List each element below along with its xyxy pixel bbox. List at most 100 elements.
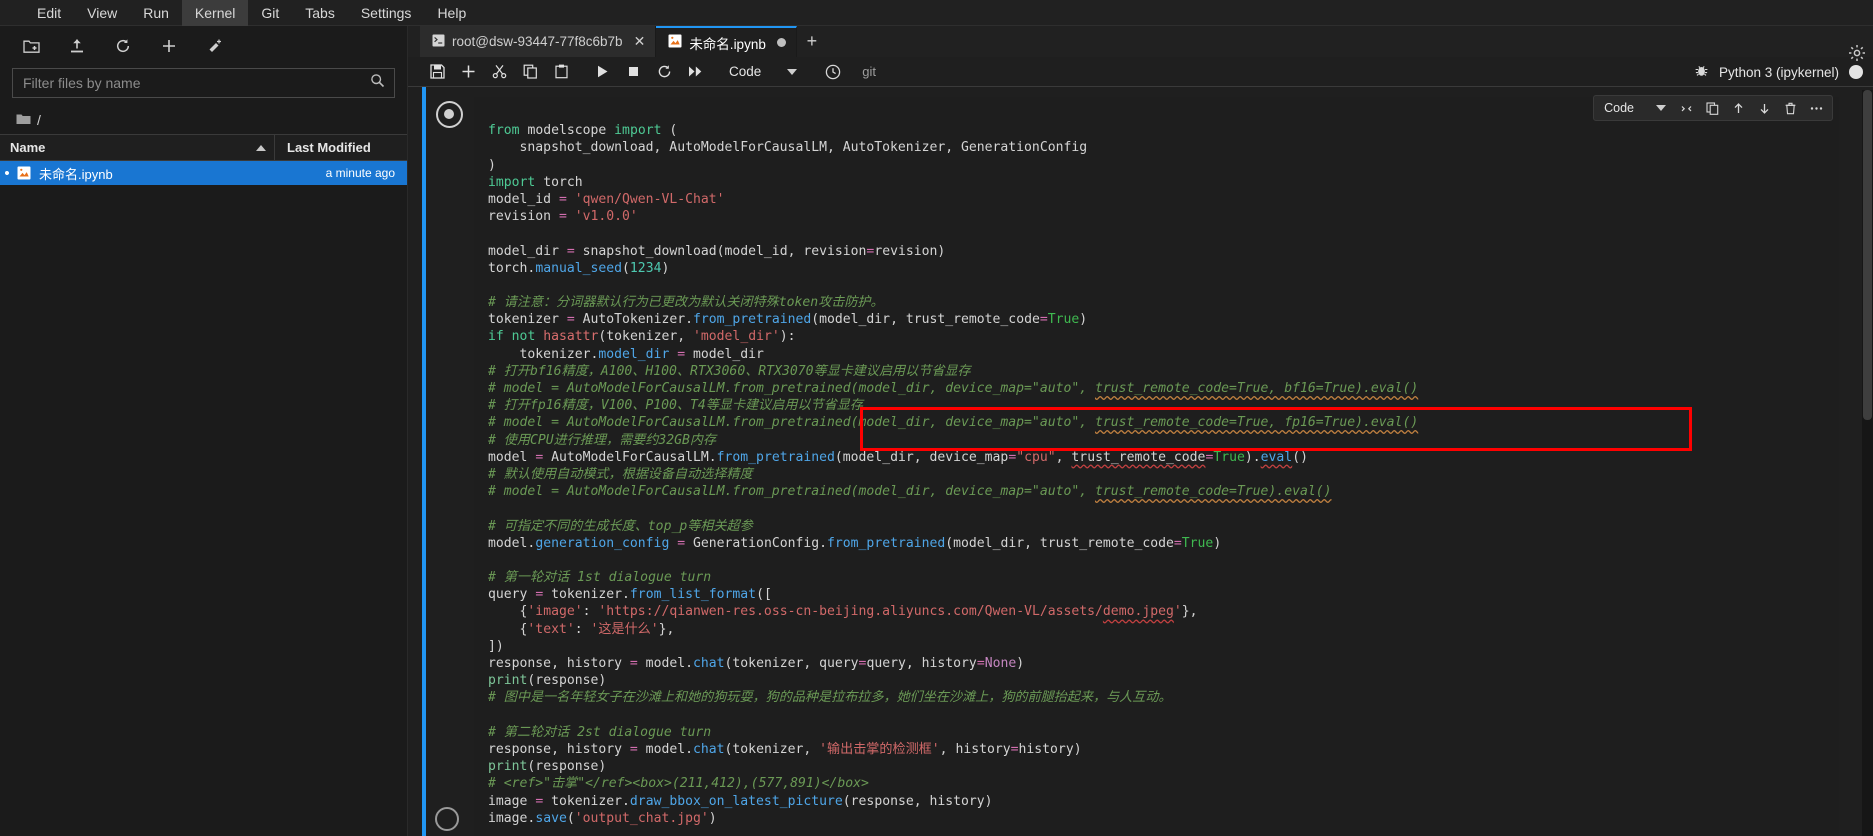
file-browser-toolbar — [0, 26, 407, 66]
cell-type-value: Code — [729, 64, 762, 79]
code-line: # 打开fp16精度，V100、P100、T4等显卡建议启用以节省显存 — [488, 398, 863, 414]
clock-icon[interactable] — [817, 59, 848, 85]
tab-label: 未命名.ipynb — [689, 36, 766, 52]
cell-type-select[interactable]: Code — [723, 62, 803, 81]
git-clone-icon[interactable] — [198, 31, 232, 61]
move-cell-down-icon[interactable] — [1752, 97, 1776, 119]
kernel-idle-circle[interactable] — [1849, 65, 1863, 79]
extension-settings-icon[interactable] — [1848, 44, 1866, 67]
code-line: # 打开bf16精度，A100、H100、RTX3060、RTX3070等显卡建… — [488, 363, 971, 379]
file-list: • 未命名.ipynb a minute ago — [0, 161, 407, 836]
code-line: image.save('output_chat.jpg') — [488, 810, 717, 826]
breadcrumb-path[interactable]: / — [37, 112, 41, 128]
column-header-name[interactable]: Name — [0, 135, 275, 160]
code-line: tokenizer = AutoTokenizer.from_pretraine… — [488, 312, 1088, 328]
unsaved-indicator-icon[interactable] — [776, 38, 786, 47]
code-line: from modelscope import ( — [488, 123, 678, 139]
restart-kernel-button[interactable] — [649, 59, 680, 85]
notebook-cell[interactable]: from modelscope import ( snapshot_downlo… — [408, 87, 1873, 836]
folder-icon — [16, 113, 31, 128]
jupyterlab-window: Edit View Run Kernel Git Tabs Settings H… — [0, 0, 1873, 836]
git-label[interactable]: git — [862, 64, 876, 79]
tab-label: root@dsw-93447-77f8c6b7b — [452, 34, 623, 49]
menu-item-settings[interactable]: Settings — [348, 0, 425, 26]
run-cell-button[interactable] — [587, 59, 618, 85]
upload-icon[interactable] — [60, 31, 94, 61]
close-icon[interactable]: ✕ — [634, 33, 646, 50]
code-line: print(response) — [488, 759, 607, 775]
collapse-cell-icon[interactable] — [1674, 97, 1698, 119]
menu-item-edit[interactable]: Edit — [24, 0, 74, 26]
notebook-scroll-area[interactable]: Code from modelscope import (snapshot_d… — [408, 87, 1873, 836]
search-input[interactable] — [12, 68, 395, 98]
file-name: 未命名.ipynb — [39, 166, 113, 182]
kernel-status: Python 3 (ipykernel) — [1694, 57, 1863, 87]
kernel-name[interactable]: Python 3 (ipykernel) — [1719, 65, 1839, 80]
next-cell-indicator — [434, 806, 462, 834]
menu-item-run[interactable]: Run — [130, 0, 182, 26]
main-area: root@dsw-93447-77f8c6b7b ✕ 未命名.ipynb + C… — [408, 26, 1873, 836]
move-cell-up-icon[interactable] — [1726, 97, 1750, 119]
cell-type-dropdown[interactable]: Code — [1598, 99, 1672, 117]
tab-notebook[interactable]: 未命名.ipynb — [656, 26, 797, 57]
code-line: # <ref>"击掌"</ref><box>(211,412),(577,891… — [488, 776, 869, 792]
duplicate-cell-icon[interactable] — [1700, 97, 1724, 119]
code-line: # model = AutoModelForCausalLM.from_pret… — [488, 484, 1332, 500]
menu-item-git[interactable]: Git — [248, 0, 292, 26]
column-header-name-label: Name — [10, 140, 46, 155]
code-line: # 默认使用自动模式，根据设备自动选择精度 — [488, 466, 753, 482]
cut-cells-button[interactable] — [484, 59, 515, 85]
window-scrollbar[interactable] — [1862, 90, 1873, 836]
restart-run-all-button[interactable] — [680, 59, 711, 85]
interrupt-kernel-button[interactable] — [618, 59, 649, 85]
save-button[interactable] — [422, 59, 453, 85]
menu-item-help[interactable]: Help — [424, 0, 479, 26]
breadcrumb[interactable]: / — [0, 106, 407, 134]
workspace: / Name Last Modified • 未命名.ipynb — [0, 26, 1873, 836]
code-line: model_id = 'qwen/Qwen-VL-Chat' — [488, 191, 725, 207]
menu-item-tabs[interactable]: Tabs — [292, 0, 348, 26]
paste-cells-button[interactable] — [546, 59, 577, 85]
code-line: query = tokenizer.from_list_format([ — [488, 587, 772, 603]
list-item[interactable]: • 未命名.ipynb a minute ago — [0, 161, 407, 185]
cell-type-dropdown-value: Code — [1604, 101, 1634, 115]
delete-cell-icon[interactable] — [1778, 97, 1802, 119]
notebook-icon — [14, 166, 34, 180]
code-editor[interactable]: from modelscope import ( snapshot_downlo… — [474, 97, 1839, 836]
cell-active-bar — [422, 87, 426, 836]
code-line: # 图中是一名年轻女子在沙滩上和她的狗玩耍，狗的品种是拉布拉多，她们坐在沙滩上，… — [488, 690, 1172, 706]
insert-cell-button[interactable] — [453, 59, 484, 85]
code-line: model = AutoModelForCausalLM.from_pretra… — [488, 449, 1308, 465]
window-scrollbar-thumb[interactable] — [1863, 90, 1872, 420]
refresh-icon[interactable] — [106, 31, 140, 61]
new-folder-icon[interactable] — [14, 31, 48, 61]
menu-item-view[interactable]: View — [74, 0, 130, 26]
menu-item-kernel[interactable]: Kernel — [181, 0, 249, 26]
code-line: # 第一轮对话 1st dialogue turn — [488, 570, 712, 586]
copy-cells-button[interactable] — [515, 59, 546, 85]
code-line: print(response) — [488, 673, 607, 689]
bug-icon[interactable] — [1694, 63, 1709, 81]
more-options-icon[interactable] — [1804, 97, 1828, 119]
code-line: # 第二轮对话 2st dialogue turn — [488, 724, 712, 740]
code-line: snapshot_download, AutoModelForCausalLM,… — [488, 140, 1088, 156]
column-header-last-modified[interactable]: Last Modified — [275, 135, 407, 160]
tab-bar: root@dsw-93447-77f8c6b7b ✕ 未命名.ipynb + — [408, 26, 1873, 57]
tab-terminal[interactable]: root@dsw-93447-77f8c6b7b ✕ — [420, 26, 657, 57]
code-line: {'image': 'https://qianwen-res.oss-cn-be… — [488, 604, 1198, 620]
code-line: torch.manual_seed(1234) — [488, 260, 670, 276]
running-dot: • — [4, 164, 10, 182]
code-line: ) — [488, 157, 496, 173]
menu-bar: Edit View Run Kernel Git Tabs Settings H… — [0, 0, 1873, 26]
add-tab-button[interactable]: + — [797, 26, 827, 57]
code-line: ]) — [488, 638, 504, 654]
new-launcher-icon[interactable] — [152, 31, 186, 61]
code-line: # model = AutoModelForCausalLM.from_pret… — [488, 381, 1419, 397]
file-browser-panel: / Name Last Modified • 未命名.ipynb — [0, 26, 408, 836]
code-line: response, history = model.chat(tokenizer… — [488, 741, 1082, 757]
